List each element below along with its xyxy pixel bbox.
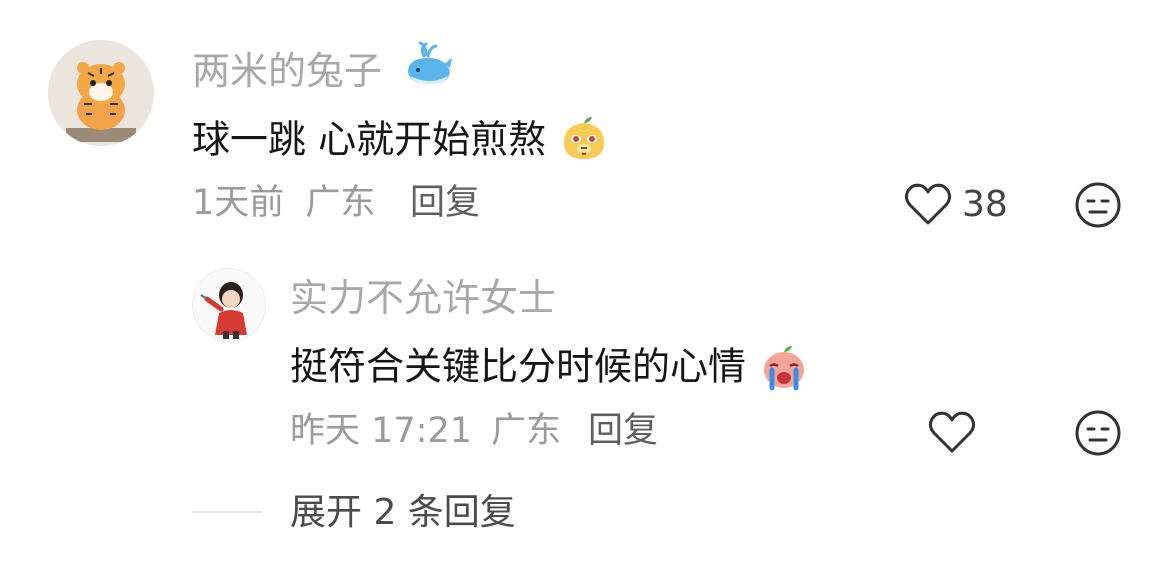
like-heart-icon[interactable] (928, 410, 976, 454)
reply-to-reply-button[interactable]: 回复 (588, 414, 658, 449)
reply-text-body: 挺符合关键比分时候的心情 (290, 344, 747, 389)
whale-icon (402, 40, 456, 94)
like-count: 38 (962, 184, 1008, 225)
reply-text: 挺符合关键比分时候的心情 (290, 340, 810, 398)
reply-meta: 昨天 17:21 广东 (290, 414, 561, 449)
comment-meta: 1天前 广东 (192, 186, 375, 221)
person-avatar-icon (193, 269, 265, 341)
comment-username[interactable]: 两米的兔子 (192, 52, 382, 90)
comment-location: 广东 (305, 183, 376, 223)
reply-time: 昨天 17:21 (290, 411, 472, 451)
reply-location: 广东 (491, 411, 562, 451)
comment-time: 1天前 (192, 183, 285, 223)
reply-username[interactable]: 实力不允许女士 (290, 279, 556, 317)
avatar[interactable] (48, 40, 154, 146)
reply-avatar[interactable] (192, 268, 266, 342)
comment-text: 球一跳 心就开始煎熬 (192, 113, 610, 171)
reply-button[interactable]: 回复 (410, 186, 480, 221)
tiger-avatar-icon (48, 40, 154, 146)
comment-text-body: 球一跳 心就开始煎熬 (192, 117, 547, 162)
smirk-face-emoji (558, 113, 610, 171)
expand-divider (192, 511, 262, 513)
dislike-face-icon[interactable] (1074, 409, 1122, 457)
like-heart-icon[interactable] (904, 182, 952, 226)
expand-replies-button[interactable]: 展开 2 条回复 (290, 495, 516, 531)
dislike-face-icon[interactable] (1074, 181, 1122, 229)
crying-face-emoji (758, 340, 810, 398)
